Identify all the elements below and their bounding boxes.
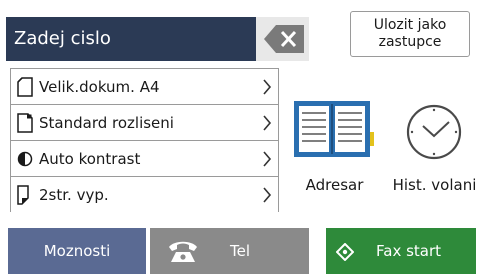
phone-icon	[169, 241, 197, 262]
call-history-button[interactable]: Hist. volani	[387, 96, 482, 206]
call-history-label: Hist. volani	[392, 176, 477, 194]
setting-label: Auto kontrast	[39, 150, 141, 168]
options-button[interactable]: Moznosti	[8, 228, 146, 274]
number-entry-field[interactable]: Zadej cislo	[6, 17, 256, 61]
save-as-shortcut-line2: zastupce	[378, 34, 442, 50]
setting-label: Standard rozliseni	[39, 114, 174, 132]
options-label: Moznosti	[43, 242, 111, 260]
clock-icon	[406, 104, 462, 160]
setting-label: 2str. vyp.	[39, 186, 109, 204]
setting-document-size[interactable]: Velik.dokum. A4	[11, 69, 278, 105]
setting-label: Velik.dokum. A4	[39, 78, 160, 96]
setting-contrast[interactable]: Auto kontrast	[11, 141, 278, 177]
chevron-right-icon	[263, 115, 272, 131]
fax-start-label: Fax start	[376, 242, 442, 260]
resolution-icon	[17, 113, 33, 133]
duplex-icon	[17, 185, 29, 205]
setting-resolution[interactable]: Standard rozliseni	[11, 105, 278, 141]
fax-start-button[interactable]: Fax start	[326, 228, 476, 274]
address-book-icon	[294, 101, 374, 157]
chevron-right-icon	[263, 79, 272, 95]
contrast-icon	[17, 151, 33, 167]
settings-list: Velik.dokum. A4 Standard rozliseni Auto …	[10, 68, 279, 213]
chevron-right-icon	[263, 151, 272, 167]
address-book-label: Adresar	[305, 176, 364, 194]
number-entry-bar: Zadej cislo	[6, 17, 309, 61]
backspace-icon	[264, 25, 304, 53]
chevron-right-icon	[263, 187, 272, 203]
setting-duplex[interactable]: 2str. vyp.	[11, 177, 278, 213]
address-book-button[interactable]: Adresar	[287, 96, 382, 206]
save-as-shortcut-button[interactable]: Ulozit jako zastupce	[350, 11, 470, 57]
tel-button[interactable]: Tel	[150, 228, 309, 274]
backspace-button[interactable]	[257, 17, 309, 61]
start-diamond-icon	[336, 243, 354, 261]
document-size-icon	[17, 77, 33, 97]
save-as-shortcut-line1: Ulozit jako	[373, 17, 447, 33]
tel-label: Tel	[230, 242, 251, 260]
